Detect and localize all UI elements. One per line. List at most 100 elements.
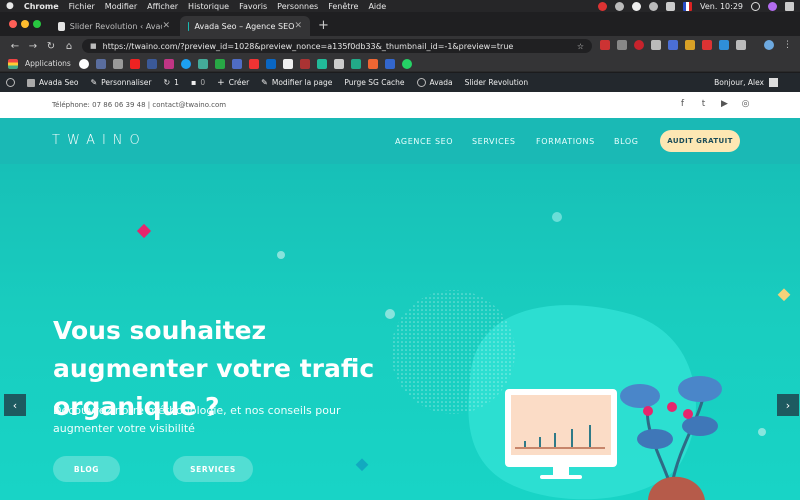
twitter-icon[interactable]: t bbox=[699, 100, 708, 109]
plus-icon: + bbox=[217, 77, 225, 88]
back-button[interactable]: ← bbox=[6, 41, 24, 52]
nav-agence-seo[interactable]: AGENCE SEO bbox=[395, 137, 453, 146]
menu-fichier[interactable]: Fichier bbox=[69, 2, 95, 11]
facebook-icon[interactable]: f bbox=[678, 100, 687, 109]
wp-new-content[interactable]: + Créer bbox=[217, 78, 249, 88]
bookmark-icon[interactable] bbox=[350, 58, 361, 69]
status-icon[interactable] bbox=[649, 1, 659, 11]
close-tab-icon[interactable]: ✕ bbox=[294, 21, 302, 31]
hero-blog-button[interactable]: BLOG bbox=[53, 456, 120, 482]
google-bookmark-icon[interactable] bbox=[78, 58, 89, 69]
facebook-bookmark-icon[interactable] bbox=[146, 58, 157, 69]
status-icon[interactable] bbox=[615, 1, 625, 11]
avada-icon bbox=[416, 78, 426, 87]
clock[interactable]: Ven. 10:29 bbox=[700, 2, 743, 11]
tab-avada-seo[interactable]: Avada Seo – Agence SEO ✕ bbox=[180, 16, 310, 36]
bookmark-icon[interactable] bbox=[112, 58, 123, 69]
instagram-icon[interactable]: ◎ bbox=[741, 100, 750, 109]
bookmark-icon[interactable] bbox=[197, 58, 208, 69]
tab-slider-revolution[interactable]: Slider Revolution ‹ Avada Seo ‹ ✕ bbox=[50, 16, 178, 36]
wp-account-menu[interactable]: Bonjour, Alex bbox=[714, 78, 778, 87]
bookmark-icon[interactable] bbox=[95, 58, 106, 69]
wp-customize[interactable]: ✎ Personnaliser bbox=[90, 78, 151, 87]
site-logo[interactable]: TWAINO bbox=[52, 133, 147, 148]
extension-icon[interactable] bbox=[617, 40, 627, 50]
whatsapp-bookmark-icon[interactable] bbox=[401, 58, 412, 69]
apple-menu-icon[interactable]: ● bbox=[6, 1, 14, 11]
apps-bookmark[interactable]: Applications bbox=[25, 59, 71, 68]
youtube-bookmark-icon[interactable] bbox=[129, 58, 140, 69]
youtube-icon[interactable]: ▶ bbox=[720, 100, 729, 109]
bookmark-icon[interactable] bbox=[316, 58, 327, 69]
wp-customize-label: Personnaliser bbox=[101, 78, 152, 87]
reload-button[interactable]: ↻ bbox=[42, 41, 60, 52]
menu-personnes[interactable]: Personnes bbox=[277, 2, 318, 11]
minimize-window-button[interactable] bbox=[21, 20, 29, 28]
wp-logo-menu[interactable] bbox=[6, 78, 15, 87]
linkedin-bookmark-icon[interactable] bbox=[265, 58, 276, 69]
extension-icon[interactable] bbox=[719, 40, 729, 50]
url-text[interactable]: https://twaino.com/?preview_id=1028&prev… bbox=[103, 42, 514, 51]
bookmark-icon[interactable] bbox=[384, 58, 395, 69]
hero-services-button[interactable]: SERVICES bbox=[173, 456, 253, 482]
extension-icon[interactable] bbox=[736, 40, 746, 50]
apps-grid-icon[interactable] bbox=[8, 58, 18, 69]
nav-blog[interactable]: BLOG bbox=[614, 137, 639, 146]
address-bar[interactable]: ■ https://twaino.com/?preview_id=1028&pr… bbox=[82, 39, 592, 53]
menu-fenetre[interactable]: Fenêtre bbox=[328, 2, 358, 11]
flag-icon[interactable] bbox=[683, 1, 693, 11]
wp-slider-revolution[interactable]: Slider Revolution bbox=[465, 78, 529, 87]
new-tab-button[interactable]: + bbox=[318, 18, 329, 33]
notification-center-icon[interactable] bbox=[785, 1, 794, 11]
close-window-button[interactable] bbox=[9, 20, 17, 28]
bookmark-icon[interactable] bbox=[299, 58, 310, 69]
bookmark-icon[interactable] bbox=[282, 58, 293, 69]
wp-comments[interactable]: ▪ 0 bbox=[191, 78, 205, 87]
extension-icon[interactable] bbox=[651, 40, 661, 50]
twitter-bookmark-icon[interactable] bbox=[180, 58, 191, 69]
profile-avatar-icon[interactable] bbox=[764, 40, 774, 50]
extension-icon[interactable] bbox=[668, 40, 678, 50]
close-tab-icon[interactable]: ✕ bbox=[162, 21, 170, 31]
forward-button[interactable]: → bbox=[24, 41, 42, 52]
wp-avada[interactable]: Avada bbox=[416, 78, 453, 87]
cloud-icon[interactable] bbox=[632, 1, 642, 11]
slider-next-button[interactable]: › bbox=[777, 394, 799, 416]
bookmark-icon[interactable] bbox=[333, 58, 344, 69]
menu-afficher[interactable]: Afficher bbox=[147, 2, 178, 11]
nav-formations[interactable]: FORMATIONS bbox=[536, 137, 595, 146]
audit-gratuit-button[interactable]: AUDIT GRATUIT bbox=[660, 130, 740, 152]
extension-icon[interactable] bbox=[702, 40, 712, 50]
wp-updates[interactable]: ↻ 1 bbox=[163, 78, 178, 87]
spotlight-search-icon[interactable] bbox=[751, 1, 760, 11]
lock-icon[interactable]: ■ bbox=[90, 42, 97, 50]
status-icon[interactable] bbox=[598, 1, 608, 11]
app-menu[interactable]: Chrome bbox=[24, 2, 59, 11]
zoom-window-button[interactable] bbox=[33, 20, 41, 28]
wp-edit-page[interactable]: ✎ Modifier la page bbox=[261, 78, 332, 87]
chrome-menu-icon[interactable]: ⋮ bbox=[783, 40, 793, 50]
wp-site-name[interactable]: Avada Seo bbox=[27, 78, 78, 87]
menu-historique[interactable]: Historique bbox=[188, 2, 229, 11]
home-button[interactable]: ⌂ bbox=[60, 41, 78, 52]
wp-greeting: Bonjour, Alex bbox=[714, 78, 764, 87]
bookmark-icon[interactable] bbox=[231, 58, 242, 69]
menu-aide[interactable]: Aide bbox=[368, 2, 386, 11]
bookmark-icon[interactable] bbox=[367, 58, 378, 69]
pinterest-icon[interactable] bbox=[634, 40, 644, 50]
menu-modifier[interactable]: Modifier bbox=[105, 2, 137, 11]
nav-services[interactable]: SERVICES bbox=[472, 137, 516, 146]
contact-info: Téléphone: 07 86 06 39 48 | contact@twai… bbox=[52, 101, 227, 109]
menu-favoris[interactable]: Favoris bbox=[239, 2, 267, 11]
bookmark-star-icon[interactable]: ☆ bbox=[577, 42, 584, 51]
extension-icon[interactable] bbox=[600, 40, 610, 50]
slider-prev-button[interactable]: ‹ bbox=[4, 394, 26, 416]
instagram-bookmark-icon[interactable] bbox=[163, 58, 174, 69]
siri-icon[interactable] bbox=[768, 1, 777, 11]
extension-icon[interactable] bbox=[685, 40, 695, 50]
bookmark-icon[interactable] bbox=[248, 58, 259, 69]
wifi-icon[interactable] bbox=[666, 1, 676, 11]
wp-purge-cache[interactable]: Purge SG Cache bbox=[344, 78, 404, 87]
monitor-base bbox=[540, 475, 582, 479]
bookmark-icon[interactable] bbox=[214, 58, 225, 69]
